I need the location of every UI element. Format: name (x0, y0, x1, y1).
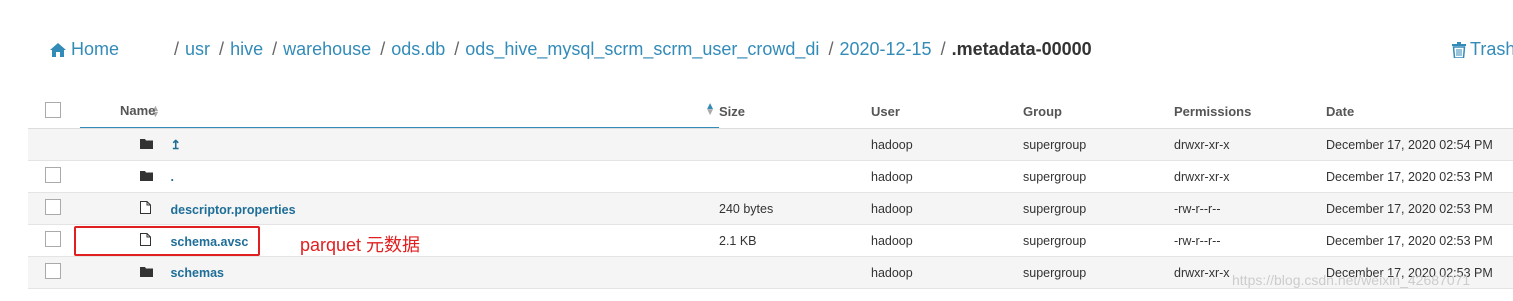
breadcrumb-separator: / (828, 39, 834, 59)
file-name-link[interactable]: ↥ (170, 138, 180, 152)
table-row[interactable]: descriptor.properties 240 bytes hadoop s… (28, 192, 1513, 225)
breadcrumb: Home / usr / hive / warehouse / ods.db / ods_… (0, 34, 1513, 64)
column-header-date[interactable]: Date (1326, 94, 1513, 129)
breadcrumb-hive[interactable]: hive (230, 39, 263, 59)
group-cell: supergroup (1023, 224, 1174, 257)
column-label-date: Date (1326, 103, 1355, 119)
size-cell (719, 256, 871, 289)
trash-label: Trash (1470, 39, 1513, 59)
column-label-name: Name (120, 103, 156, 118)
home-link[interactable]: Home (50, 39, 119, 60)
row-select-cell (28, 160, 80, 193)
column-label-group: Group (1023, 103, 1062, 119)
home-label: Home (71, 39, 120, 59)
name-cell: schemas (80, 256, 719, 289)
group-cell: supergroup (1023, 256, 1174, 289)
row-select-cell (28, 224, 80, 257)
annotation-label: parquet 元数据 (300, 235, 421, 255)
watermark: https://blog.csdn.net/weixin_42687071 (1232, 272, 1471, 288)
sort-ascending-icon: ▲ ▼ (705, 101, 715, 118)
row-select-cell (28, 128, 80, 161)
breadcrumb-separator: / (174, 39, 180, 59)
name-cell: . (80, 160, 719, 193)
row-checkbox[interactable] (45, 263, 61, 279)
breadcrumb-separator: / (219, 39, 225, 59)
select-all-checkbox[interactable] (45, 101, 61, 118)
column-label-permissions: Permissions (1174, 103, 1252, 119)
file-name-link[interactable]: descriptor.properties (170, 203, 295, 217)
table-row[interactable]: ↥ hadoop supergroup drwxr-xr-x December … (28, 128, 1513, 161)
date-cell: December 17, 2020 02:53 PM (1326, 224, 1513, 257)
file-name-link[interactable]: . (170, 170, 173, 184)
breadcrumb-ods-db[interactable]: ods.db (391, 39, 445, 59)
breadcrumb-separator: / (940, 39, 946, 59)
breadcrumb-separator: / (454, 39, 460, 59)
breadcrumb-separator: / (272, 39, 278, 59)
permissions-cell: drwxr-xr-x (1174, 160, 1326, 193)
name-cell: descriptor.properties (80, 192, 719, 225)
column-header-size[interactable]: Size (719, 94, 871, 129)
breadcrumb-current: .metadata-00000 (951, 39, 1092, 59)
row-checkbox[interactable] (45, 231, 61, 247)
folder-icon (140, 170, 153, 184)
file-icon (140, 200, 151, 217)
date-cell: December 17, 2020 02:53 PM (1326, 192, 1513, 225)
breadcrumb-warehouse[interactable]: warehouse (283, 39, 371, 59)
user-cell: hadoop (871, 256, 1023, 289)
trash-button[interactable]: Trash (1452, 39, 1513, 60)
file-table: ▲ ▼ Name ▲ ▼ Size User Group Permissions D… (28, 94, 1513, 289)
user-cell: hadoop (871, 160, 1023, 193)
breadcrumb-separator: / (380, 39, 386, 59)
file-name-link[interactable]: schemas (170, 266, 224, 280)
table-row[interactable]: . hadoop supergroup drwxr-xr-x December … (28, 160, 1513, 193)
select-all-header (28, 94, 80, 129)
column-header-group[interactable]: Group (1023, 94, 1174, 129)
column-label-size: Size (719, 103, 746, 119)
breadcrumb-table-dir[interactable]: ods_hive_mysql_scrm_scrm_user_crowd_di (465, 39, 819, 59)
table-header-row: ▲ ▼ Name ▲ ▼ Size User Group Permissions D… (28, 94, 1513, 129)
group-cell: supergroup (1023, 128, 1174, 161)
folder-icon (140, 138, 153, 152)
group-cell: supergroup (1023, 160, 1174, 193)
column-header-user[interactable]: User (871, 94, 1023, 129)
date-cell: December 17, 2020 02:54 PM (1326, 128, 1513, 161)
user-cell: hadoop (871, 192, 1023, 225)
row-checkbox[interactable] (45, 199, 61, 215)
permissions-cell: -rw-r--r-- (1174, 192, 1326, 225)
permissions-cell: drwxr-xr-x (1174, 128, 1326, 161)
permissions-cell: -rw-r--r-- (1174, 224, 1326, 257)
row-checkbox[interactable] (45, 167, 61, 183)
size-cell: 240 bytes (719, 192, 871, 225)
annotation-highlight-box (74, 226, 260, 256)
breadcrumb-partition[interactable]: 2020-12-15 (839, 39, 931, 59)
group-cell: supergroup (1023, 192, 1174, 225)
folder-icon (140, 266, 153, 280)
trash-icon (1452, 41, 1466, 58)
name-cell: ↥ (80, 128, 719, 161)
row-select-cell (28, 192, 80, 225)
column-header-name[interactable]: ▲ ▼ Name ▲ ▼ (80, 94, 719, 129)
size-cell (719, 160, 871, 193)
size-cell (719, 128, 871, 161)
user-cell: hadoop (871, 128, 1023, 161)
user-cell: hadoop (871, 224, 1023, 257)
home-icon (50, 42, 66, 57)
column-header-permissions[interactable]: Permissions (1174, 94, 1326, 129)
row-select-cell (28, 256, 80, 289)
breadcrumb-usr[interactable]: usr (185, 39, 210, 59)
column-label-user: User (871, 103, 900, 119)
size-cell: 2.1 KB (719, 224, 871, 257)
date-cell: December 17, 2020 02:53 PM (1326, 160, 1513, 193)
